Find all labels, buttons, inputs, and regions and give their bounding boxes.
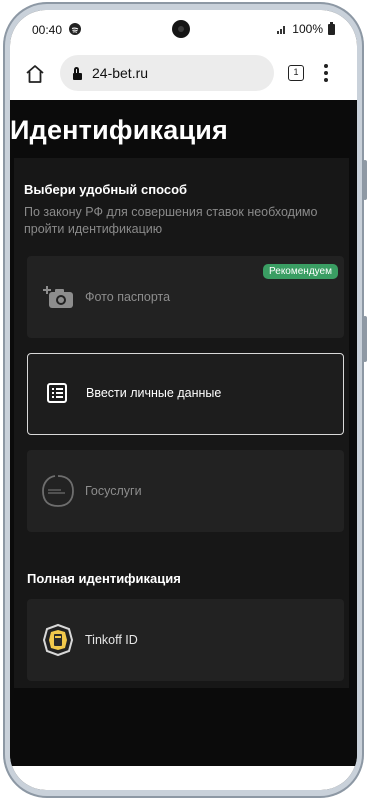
menu-icon[interactable] xyxy=(324,64,328,82)
option-label: Ввести личные данные xyxy=(86,386,222,400)
option-tinkoff-id[interactable]: Tinkoff ID xyxy=(27,599,344,681)
screen: 00:40 100% 24-bet.ru 1 Идентификация Выб… xyxy=(10,10,357,790)
tab-switcher-button[interactable]: 1 xyxy=(288,65,304,81)
spotify-icon xyxy=(69,23,81,35)
page-content: Идентификация Выбери удобный способ По з… xyxy=(10,100,357,766)
volume-button xyxy=(363,160,367,200)
status-time: 00:40 xyxy=(32,23,63,37)
recommended-badge: Рекомендуем xyxy=(263,264,338,279)
section-title-full: Полная идентификация xyxy=(27,571,181,586)
gosuslugi-logo-icon xyxy=(41,474,75,513)
status-right: 100% xyxy=(277,21,335,36)
signal-icon xyxy=(277,24,287,34)
option-passport-photo[interactable]: Фото паспорта Рекомендуем xyxy=(27,256,344,338)
battery-icon xyxy=(328,21,335,35)
option-gosuslugi[interactable]: Госуслуги xyxy=(27,450,344,532)
home-icon[interactable] xyxy=(24,63,46,85)
section-description: По закону РФ для совершения ставок необх… xyxy=(24,205,318,236)
bottom-navigation-bar xyxy=(10,766,357,790)
page-title: Идентификация xyxy=(10,115,228,145)
form-list-icon xyxy=(47,383,67,408)
option-enter-personal-data[interactable]: Ввести личные данные xyxy=(27,353,344,435)
browser-toolbar: 24-bet.ru 1 xyxy=(10,48,357,100)
lock-icon xyxy=(73,66,82,80)
camera-add-icon xyxy=(43,284,75,315)
front-camera xyxy=(172,20,190,38)
tinkoff-logo-icon xyxy=(41,623,75,662)
address-bar[interactable]: 24-bet.ru xyxy=(60,55,274,91)
url-text: 24-bet.ru xyxy=(92,65,149,81)
power-button xyxy=(363,316,367,362)
option-label: Tinkoff ID xyxy=(85,633,138,647)
battery-percent: 100% xyxy=(292,22,323,36)
option-label: Госуслуги xyxy=(85,484,142,498)
option-label: Фото паспорта xyxy=(85,290,171,304)
status-bar: 00:40 100% xyxy=(10,10,357,48)
section-title-choose: Выбери удобный способ xyxy=(24,182,188,197)
